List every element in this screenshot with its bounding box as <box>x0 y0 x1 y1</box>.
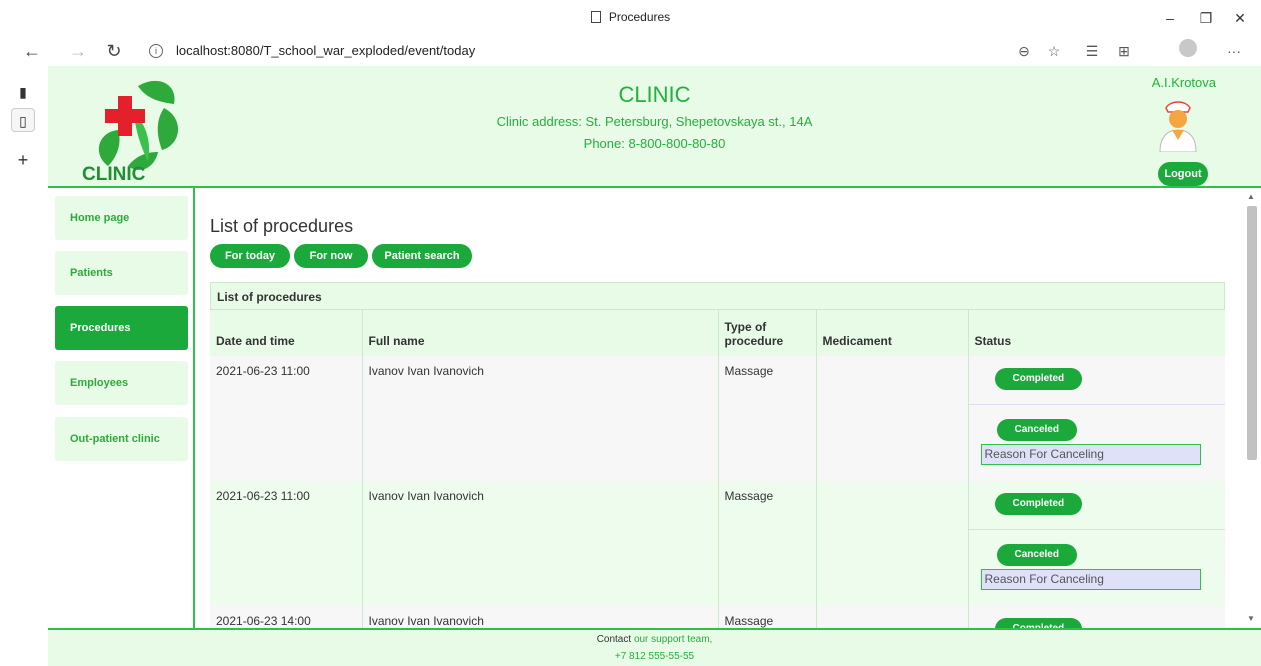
forward-icon[interactable]: → <box>64 38 92 64</box>
completed-button[interactable]: Completed <box>994 618 1083 628</box>
table-caption: List of procedures <box>210 282 1225 310</box>
favorite-add-icon[interactable]: ☆ <box>1042 40 1066 62</box>
scroll-thumb[interactable] <box>1247 206 1257 460</box>
new-tab-icon[interactable]: + <box>11 148 35 172</box>
cell-medicament <box>815 481 968 606</box>
cell-type: Massage <box>717 356 816 481</box>
page-title: List of procedures <box>210 216 354 236</box>
minimize-icon[interactable]: – <box>1152 4 1188 32</box>
clinic-app: CLINIC CLINIC Clinic address: St. Peters… <box>48 66 1261 666</box>
header-type: Type of procedure <box>717 310 816 356</box>
for-now-button[interactable]: For now <box>294 244 368 268</box>
canceled-button[interactable]: Canceled <box>996 419 1077 441</box>
cell-fullname: Ivanov Ivan Ivanovich <box>361 606 718 628</box>
cell-status: Completed <box>967 606 1225 628</box>
close-icon[interactable]: ✕ <box>1222 4 1258 32</box>
procedures-table: List of procedures Date and time Full na… <box>210 282 1225 628</box>
window-title: Procedures <box>0 10 1261 24</box>
cell-fullname: Ivanov Ivan Ivanovich <box>361 356 718 481</box>
clinic-phone: Phone: 8-800-800-80-80 <box>583 136 726 151</box>
sidebar-item-home[interactable]: Home page <box>55 196 188 240</box>
cell-datetime: 2021-06-23 11:00 <box>210 481 362 606</box>
cell-status: Completed Canceled Reason For Canceling <box>967 356 1225 481</box>
table-row: 2021-06-23 14:00 Ivanov Ivan Ivanovich M… <box>210 606 1225 628</box>
user-name: A.I.Krotova <box>1151 75 1216 90</box>
header-status: Status <box>967 310 1225 356</box>
logout-button[interactable]: Logout <box>1158 162 1208 186</box>
window-titlebar: Procedures – ❐ ✕ <box>0 0 1261 36</box>
completed-button[interactable]: Completed <box>994 493 1083 515</box>
cell-datetime: 2021-06-23 14:00 <box>210 606 362 628</box>
cell-status: Completed Canceled Reason For Canceling <box>967 481 1225 606</box>
header-datetime: Date and time <box>210 310 362 356</box>
back-icon[interactable]: ← <box>18 38 46 64</box>
tab-actions-icon[interactable]: ▮ <box>11 80 35 104</box>
cell-datetime: 2021-06-23 11:00 <box>210 356 362 481</box>
nurse-avatar-icon <box>1159 101 1197 152</box>
address-bar: ← → ↻ i localhost:8080/T_school_war_expl… <box>0 36 1261 66</box>
support-link[interactable]: our support team, <box>634 634 712 645</box>
cell-fullname: Ivanov Ivan Ivanovich <box>361 481 718 606</box>
url-field[interactable]: localhost:8080/T_school_war_exploded/eve… <box>176 43 475 58</box>
tab-title: Procedures <box>608 10 671 24</box>
zoom-icon[interactable]: ⊖ <box>1012 40 1036 62</box>
sidebar-item-employees[interactable]: Employees <box>55 361 188 405</box>
cancel-reason-input[interactable]: Reason For Canceling <box>980 569 1201 590</box>
footer-phone: +7 812 555-55-55 <box>614 651 695 662</box>
scroll-down-icon[interactable]: ▼ <box>1247 614 1255 623</box>
logo-text: CLINIC <box>82 164 146 184</box>
sidebar-item-patients[interactable]: Patients <box>55 251 188 295</box>
header-fullname: Full name <box>361 310 718 356</box>
table-row: 2021-06-23 11:00 Ivanov Ivan Ivanovich M… <box>210 481 1225 606</box>
table-header-row: Date and time Full name Type of procedur… <box>210 310 1225 356</box>
cell-type: Massage <box>717 606 816 628</box>
canceled-button[interactable]: Canceled <box>996 544 1077 566</box>
footer-contact: Contact <box>596 634 632 645</box>
sidebar-item-outpatient[interactable]: Out-patient clinic <box>55 417 188 461</box>
sidebar: Home page Patients Procedures Employees … <box>48 188 195 628</box>
cell-type: Massage <box>717 481 816 606</box>
table-row: 2021-06-23 11:00 Ivanov Ivan Ivanovich M… <box>210 356 1225 481</box>
tab-page-icon[interactable]: ▯ <box>11 108 35 132</box>
refresh-icon[interactable]: ↻ <box>100 38 128 64</box>
clinic-title: CLINIC <box>618 82 691 107</box>
more-icon[interactable]: ··· <box>1222 40 1246 62</box>
cancel-reason-input[interactable]: Reason For Canceling <box>980 444 1201 465</box>
info-icon[interactable]: i <box>149 44 163 58</box>
favorites-icon[interactable]: ☰ <box>1080 40 1104 62</box>
site-header: CLINIC CLINIC Clinic address: St. Peters… <box>48 66 1261 188</box>
page-icon <box>590 11 601 23</box>
vertical-tabs: ▮ ▯ + <box>0 66 48 666</box>
collections-icon[interactable]: ⊞ <box>1112 40 1136 62</box>
restore-icon[interactable]: ❐ <box>1188 4 1224 32</box>
main-content: List of procedures For today For now Pat… <box>197 188 1243 628</box>
completed-button[interactable]: Completed <box>994 368 1083 390</box>
scroll-up-icon[interactable]: ▲ <box>1247 192 1255 201</box>
clinic-address: Clinic address: St. Petersburg, Shepetov… <box>496 114 813 129</box>
header-medicament: Medicament <box>815 310 968 356</box>
cell-medicament <box>815 606 968 628</box>
profile-icon[interactable] <box>1176 39 1200 61</box>
patient-search-button[interactable]: Patient search <box>372 244 472 268</box>
page-scrollbar[interactable]: ▲ ▼ <box>1243 188 1261 628</box>
for-today-button[interactable]: For today <box>210 244 290 268</box>
cell-medicament <box>815 356 968 481</box>
site-footer: Contact our support team, +7 812 555-55-… <box>48 628 1261 666</box>
sidebar-item-procedures[interactable]: Procedures <box>55 306 188 350</box>
